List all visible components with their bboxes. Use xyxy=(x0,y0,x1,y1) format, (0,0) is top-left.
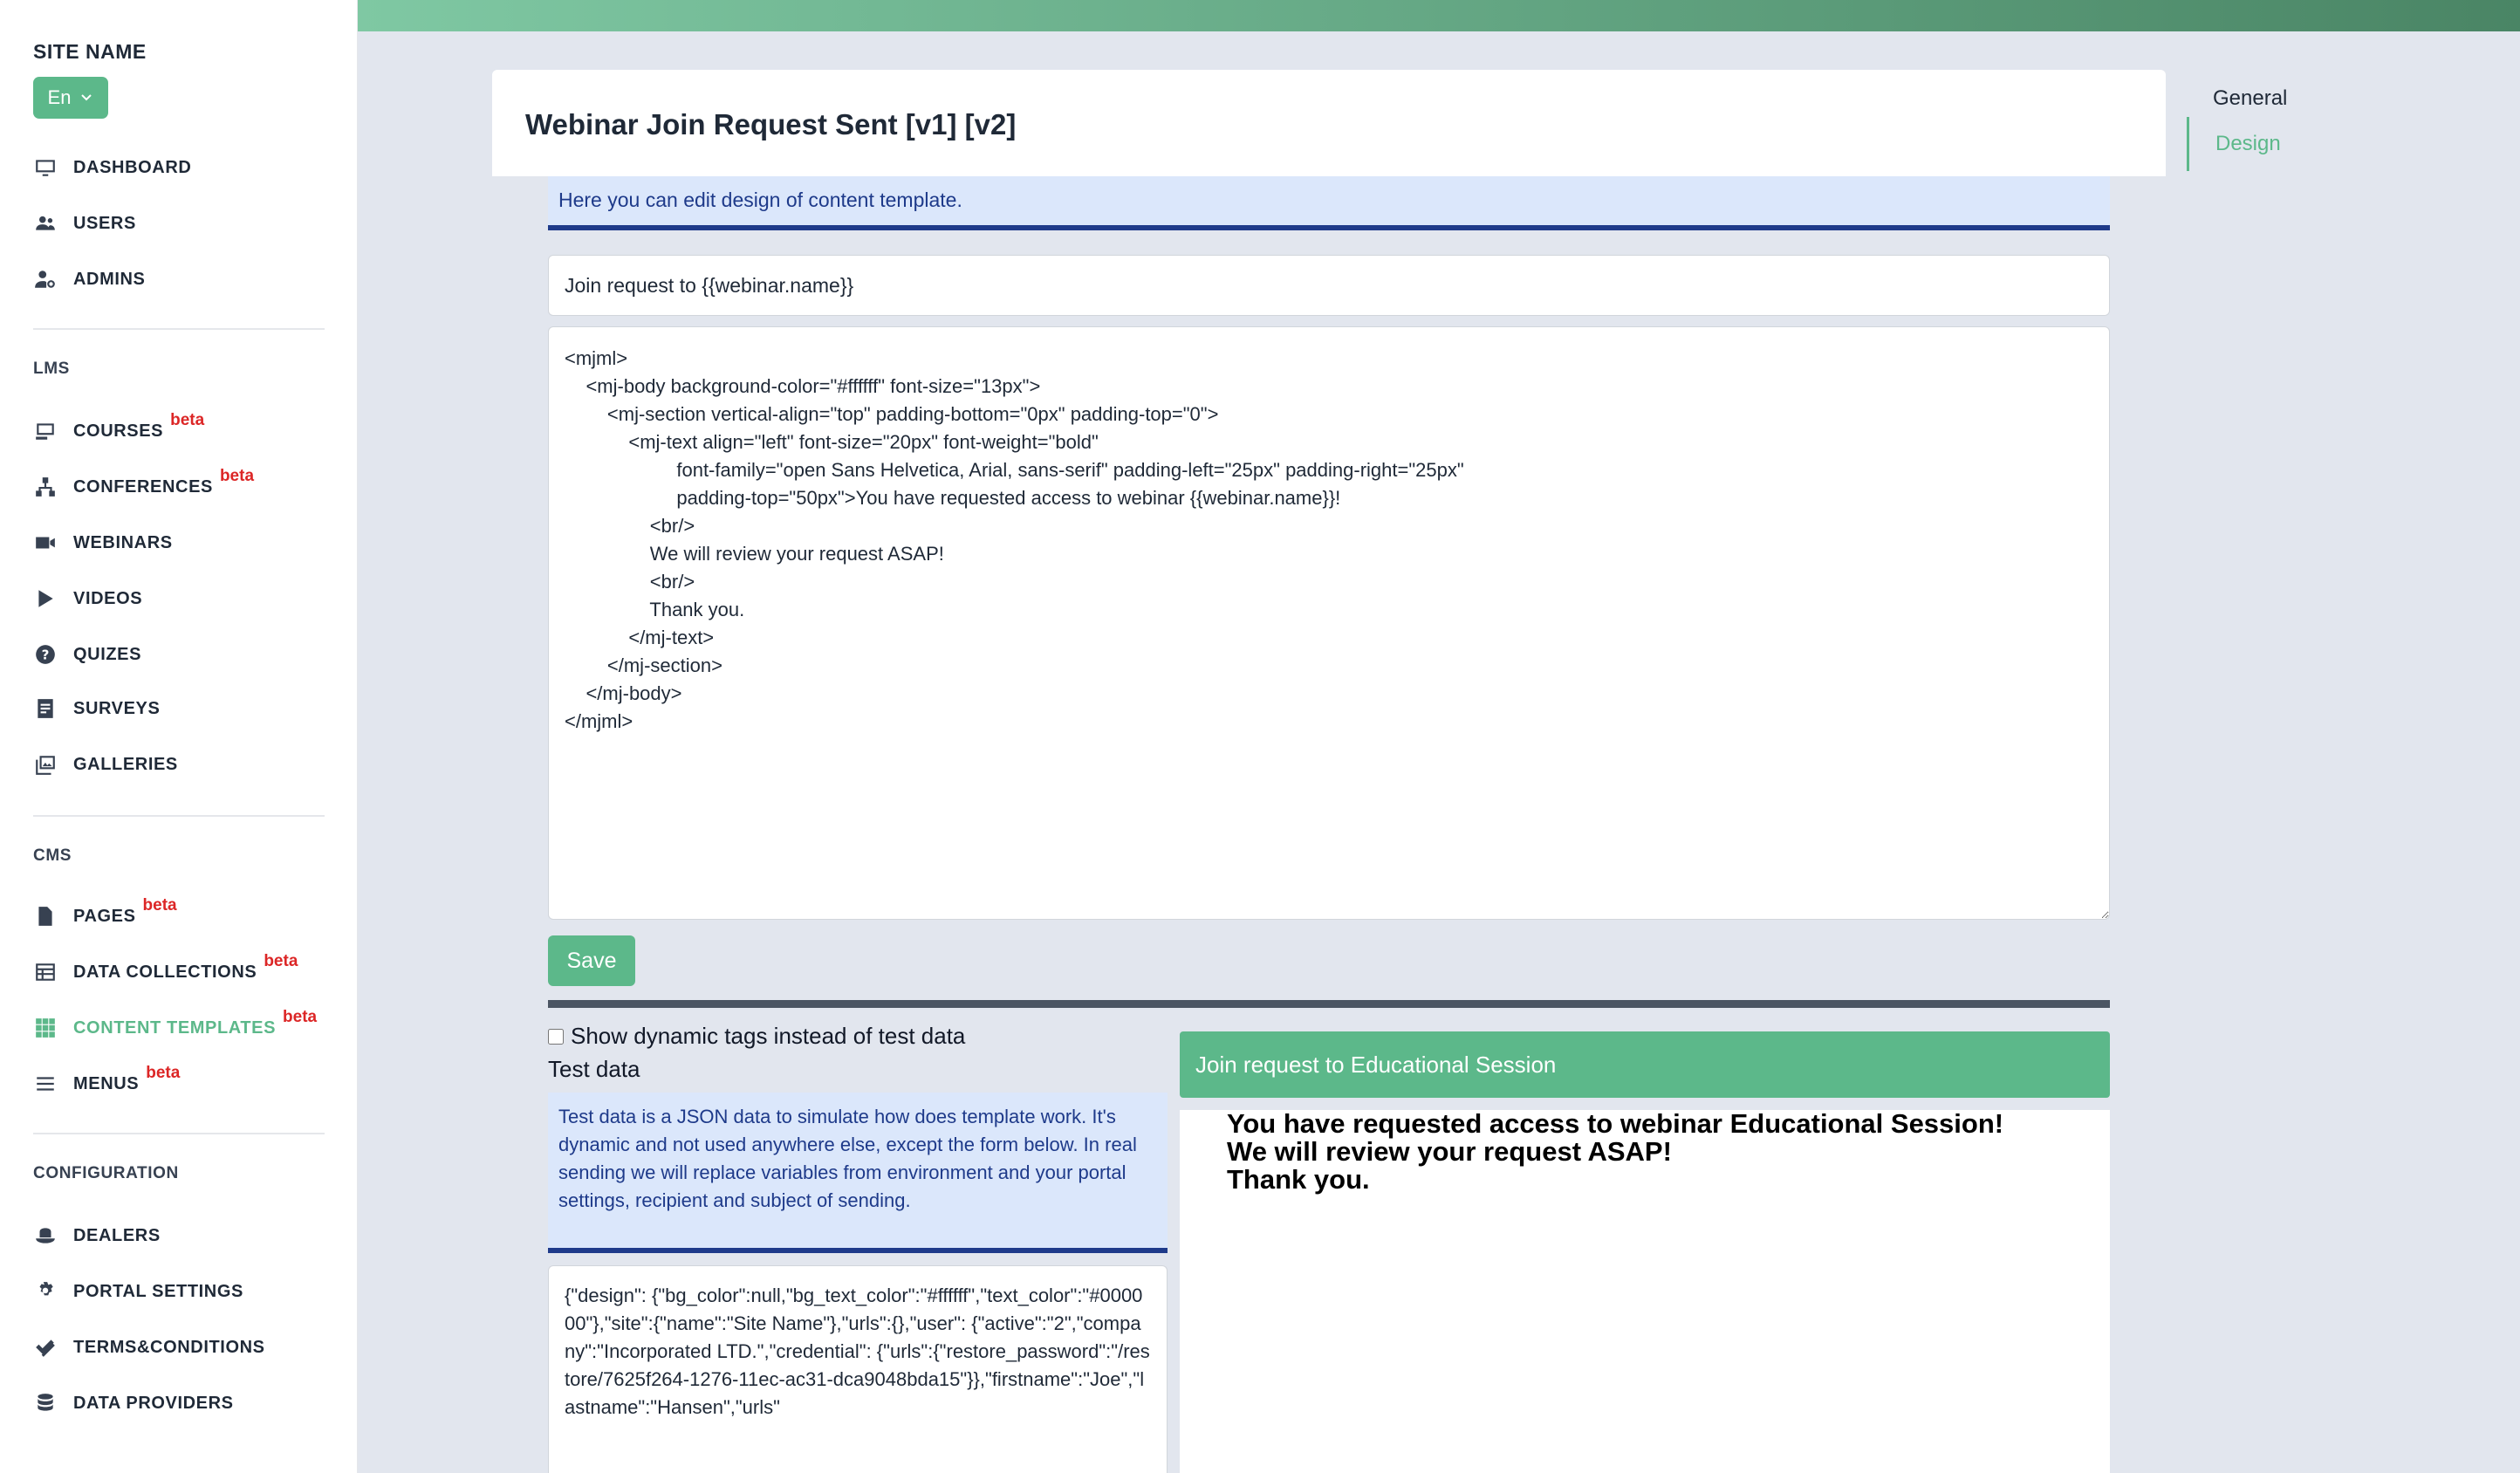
images-icon xyxy=(33,752,58,777)
beta-badge: beta xyxy=(146,1064,181,1082)
section-divider xyxy=(548,1000,2110,1008)
divider xyxy=(33,328,325,330)
tab-design[interactable]: Design xyxy=(2187,117,2361,171)
sidebar-item-courses[interactable]: COURSES beta xyxy=(33,411,205,449)
sidebar-item-portal-settings[interactable]: PORTAL SETTINGS xyxy=(33,1274,243,1309)
sidebar-item-label: DATA COLLECTIONS xyxy=(73,962,257,982)
site-name: SITE NAME xyxy=(33,40,147,63)
courses-icon xyxy=(33,419,58,443)
preview-line: You have requested access to webinar Edu… xyxy=(1227,1108,2004,1139)
preview-line: Thank you. xyxy=(1227,1164,1370,1195)
test-data-info-box: Test data is a JSON data to simulate how… xyxy=(548,1093,1168,1253)
sidebar-item-users[interactable]: USERS xyxy=(33,206,136,241)
sidebar-item-label: CONTENT TEMPLATES xyxy=(73,1017,277,1038)
show-dynamic-tags-toggle[interactable]: Show dynamic tags instead of test data xyxy=(548,1023,965,1050)
page-title: Webinar Join Request Sent [v1] [v2] xyxy=(525,108,1017,140)
question-circle-icon: ? xyxy=(33,642,58,667)
gear-icon xyxy=(33,1279,58,1304)
sidebar-item-label: MENUS xyxy=(73,1073,140,1093)
sidebar-item-label: TERMS&CONDITIONS xyxy=(73,1337,265,1357)
preview-subject-bar: Join request to Educational Session xyxy=(1180,1031,2110,1098)
divider xyxy=(33,815,325,817)
grid-icon xyxy=(33,1016,58,1040)
sidebar-item-content-templates[interactable]: CONTENT TEMPLATES beta xyxy=(33,1008,318,1045)
section-heading-lms: LMS xyxy=(33,360,70,378)
test-data-json-editor[interactable]: {"design": {"bg_color":null,"bg_text_col… xyxy=(548,1265,1168,1473)
sidebar-item-webinars[interactable]: WEBINARS xyxy=(33,525,173,560)
beta-badge: beta xyxy=(264,952,298,970)
table-list-icon xyxy=(33,960,58,984)
section-heading-configuration: CONFIGURATION xyxy=(33,1164,179,1182)
sidebar-item-label: VIDEOS xyxy=(73,588,143,608)
hat-icon xyxy=(33,1223,58,1248)
page-header: Webinar Join Request Sent [v1] [v2] xyxy=(492,70,2166,176)
sidebar-item-label: DATA PROVIDERS xyxy=(73,1393,234,1413)
sidebar-item-label: ADMINS xyxy=(73,269,146,289)
test-data-label: Test data xyxy=(548,1056,640,1082)
beta-badge: beta xyxy=(142,896,177,915)
sidebar-item-menus[interactable]: MENUS beta xyxy=(33,1064,181,1101)
sidebar-item-galleries[interactable]: GALLERIES xyxy=(33,747,178,782)
sidebar-item-label: DASHBOARD xyxy=(73,157,192,177)
database-icon xyxy=(33,1391,58,1415)
beta-badge: beta xyxy=(219,467,255,485)
play-icon xyxy=(33,586,58,611)
sidebar-item-admins[interactable]: ADMINS xyxy=(33,262,146,297)
admin-icon xyxy=(33,267,58,291)
users-icon xyxy=(33,211,58,236)
sidebar-item-data-providers[interactable]: DATA PROVIDERS xyxy=(33,1386,234,1421)
template-code-editor[interactable]: <mjml> <mj-body background-color="#fffff… xyxy=(548,326,2110,920)
svg-text:?: ? xyxy=(42,647,50,662)
top-accent-bar xyxy=(358,0,2520,31)
save-button[interactable]: Save xyxy=(548,935,635,986)
divider xyxy=(33,1133,325,1134)
subject-input[interactable] xyxy=(548,255,2110,316)
sidebar-item-label: GALLERIES xyxy=(73,754,178,774)
sidebar-item-surveys[interactable]: SURVEYS xyxy=(33,691,160,726)
beta-badge: beta xyxy=(283,1008,318,1026)
sidebar-item-label: QUIZES xyxy=(73,644,142,664)
survey-icon xyxy=(33,696,58,721)
show-dynamic-tags-label: Show dynamic tags instead of test data xyxy=(571,1023,966,1049)
sidebar-item-label: PAGES xyxy=(73,906,136,926)
sidebar-item-conferences[interactable]: CONFERENCES beta xyxy=(33,467,255,504)
sidebar: SITE NAME En DASHBOARD USERS ADMINS LMS … xyxy=(0,0,358,1473)
video-camera-icon xyxy=(33,531,58,555)
language-dropdown[interactable]: En xyxy=(33,77,108,119)
file-icon xyxy=(33,904,58,928)
sidebar-item-videos[interactable]: VIDEOS xyxy=(33,581,142,616)
sidebar-item-label: SURVEYS xyxy=(73,698,161,718)
sidebar-item-label: PORTAL SETTINGS xyxy=(73,1281,243,1301)
network-icon xyxy=(33,475,58,499)
sidebar-item-label: DEALERS xyxy=(73,1225,161,1245)
sidebar-item-terms-conditions[interactable]: TERMS&CONDITIONS xyxy=(33,1330,265,1365)
chevron-down-icon xyxy=(81,94,92,101)
sidebar-item-dealers[interactable]: DEALERS xyxy=(33,1218,161,1253)
section-heading-cms: CMS xyxy=(33,846,72,865)
language-label: En xyxy=(47,86,72,108)
preview-subject: Join request to Educational Session xyxy=(1195,1051,1557,1078)
tab-general[interactable]: General xyxy=(2187,75,2361,122)
beta-badge: beta xyxy=(170,411,205,429)
monitor-icon xyxy=(33,155,58,180)
sidebar-item-dashboard[interactable]: DASHBOARD xyxy=(33,150,191,185)
sidebar-item-label: USERS xyxy=(73,213,136,233)
sidebar-item-pages[interactable]: PAGES beta xyxy=(33,896,177,934)
bars-icon xyxy=(33,1072,58,1096)
design-info-box: Here you can edit design of content temp… xyxy=(548,176,2110,230)
show-dynamic-tags-checkbox[interactable] xyxy=(548,1028,564,1045)
sidebar-item-quizes[interactable]: ? QUIZES xyxy=(33,637,141,672)
sidebar-item-label: WEBINARS xyxy=(73,532,173,552)
sidebar-item-label: CONFERENCES xyxy=(73,476,213,497)
double-check-icon xyxy=(33,1335,58,1360)
sidebar-item-label: COURSES xyxy=(73,421,164,441)
email-preview: You have requested access to webinar Edu… xyxy=(1180,1110,2110,1473)
preview-line: We will review your request ASAP! xyxy=(1227,1136,1672,1167)
sidebar-item-data-collections[interactable]: DATA COLLECTIONS beta xyxy=(33,952,298,990)
